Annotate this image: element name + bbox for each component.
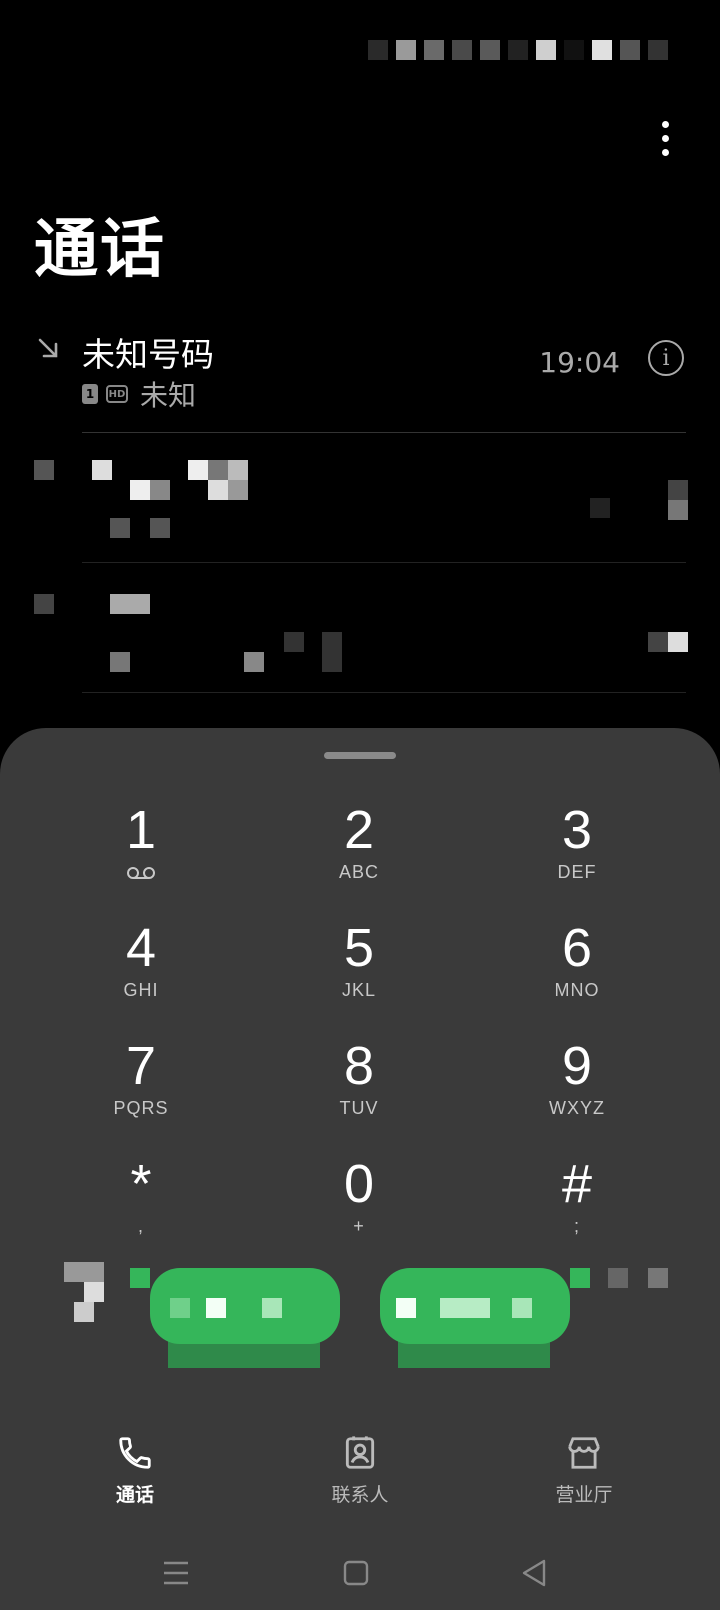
call-log-item-redacted[interactable] — [0, 440, 720, 560]
drag-handle[interactable] — [324, 752, 396, 759]
home-icon[interactable] — [343, 1560, 369, 1586]
contacts-icon — [345, 1436, 375, 1469]
dial-key-3[interactable]: 3 DEF — [477, 800, 677, 900]
nav-tab-contacts[interactable]: 联系人 — [280, 1434, 440, 1507]
info-button[interactable]: i — [648, 340, 684, 376]
divider — [82, 692, 686, 693]
status-pixel — [620, 40, 640, 60]
phone-icon — [119, 1437, 151, 1469]
status-pixel — [564, 40, 584, 60]
dialpad-panel: 1 2 ABC 3 DEF 4 GHI 5 JKL 6 MNO 7 PQRS 8… — [0, 728, 720, 1610]
status-pixel — [396, 40, 416, 60]
dialpad-left-button[interactable] — [64, 1262, 114, 1322]
call-button-sim1[interactable] — [150, 1268, 340, 1344]
dial-key-5[interactable]: 5 JKL — [259, 918, 459, 1018]
info-icon: i — [662, 345, 670, 371]
status-pixel — [648, 40, 668, 60]
incoming-call-icon — [38, 338, 58, 358]
call-log-item-redacted[interactable] — [0, 570, 720, 690]
dial-key-star[interactable]: * , — [41, 1154, 241, 1254]
dial-key-9[interactable]: 9 WXYZ — [477, 1036, 677, 1136]
hd-badge: HD — [106, 385, 128, 403]
status-pixel — [592, 40, 612, 60]
sim-badge: 1 — [82, 384, 98, 404]
dial-key-8[interactable]: 8 TUV — [259, 1036, 459, 1136]
page-title: 通话 — [34, 213, 166, 287]
dial-key-4[interactable]: 4 GHI — [41, 918, 241, 1018]
menu-icon[interactable] — [162, 1560, 190, 1586]
dial-key-6[interactable]: 6 MNO — [477, 918, 677, 1018]
back-icon[interactable] — [520, 1558, 548, 1588]
call-log-item[interactable]: 未知号码 1 HD 未知 19:04 i — [0, 320, 720, 432]
call-name: 未知号码 — [82, 335, 214, 374]
divider — [82, 562, 686, 563]
status-pixel — [536, 40, 556, 60]
call-location: 未知 — [140, 379, 197, 412]
nav-tab-calls[interactable]: 通话 — [55, 1434, 215, 1507]
status-pixel — [508, 40, 528, 60]
status-bar — [368, 30, 668, 70]
dialpad-right-button[interactable] — [608, 1268, 668, 1290]
dial-key-hash[interactable]: # ; — [477, 1154, 677, 1254]
system-nav-bar — [0, 1548, 720, 1598]
status-pixel — [452, 40, 472, 60]
dial-key-1[interactable]: 1 — [41, 800, 241, 900]
call-time: 19:04 — [539, 346, 620, 379]
more-options-button[interactable] — [650, 118, 680, 158]
bottom-nav: 通话 联系人 营业厅 — [0, 1434, 720, 1524]
more-vert-icon — [661, 120, 669, 128]
call-details: 1 HD 未知 — [82, 374, 196, 414]
divider — [82, 432, 686, 433]
status-pixel — [480, 40, 500, 60]
dial-key-0[interactable]: 0 + — [259, 1154, 459, 1254]
store-icon — [568, 1437, 600, 1469]
status-pixel — [368, 40, 388, 60]
status-pixel — [424, 40, 444, 60]
voicemail-icon — [127, 867, 155, 879]
dial-key-7[interactable]: 7 PQRS — [41, 1036, 241, 1136]
call-button-sim2[interactable] — [380, 1268, 570, 1344]
dial-key-2[interactable]: 2 ABC — [259, 800, 459, 900]
nav-tab-store[interactable]: 营业厅 — [504, 1434, 664, 1507]
